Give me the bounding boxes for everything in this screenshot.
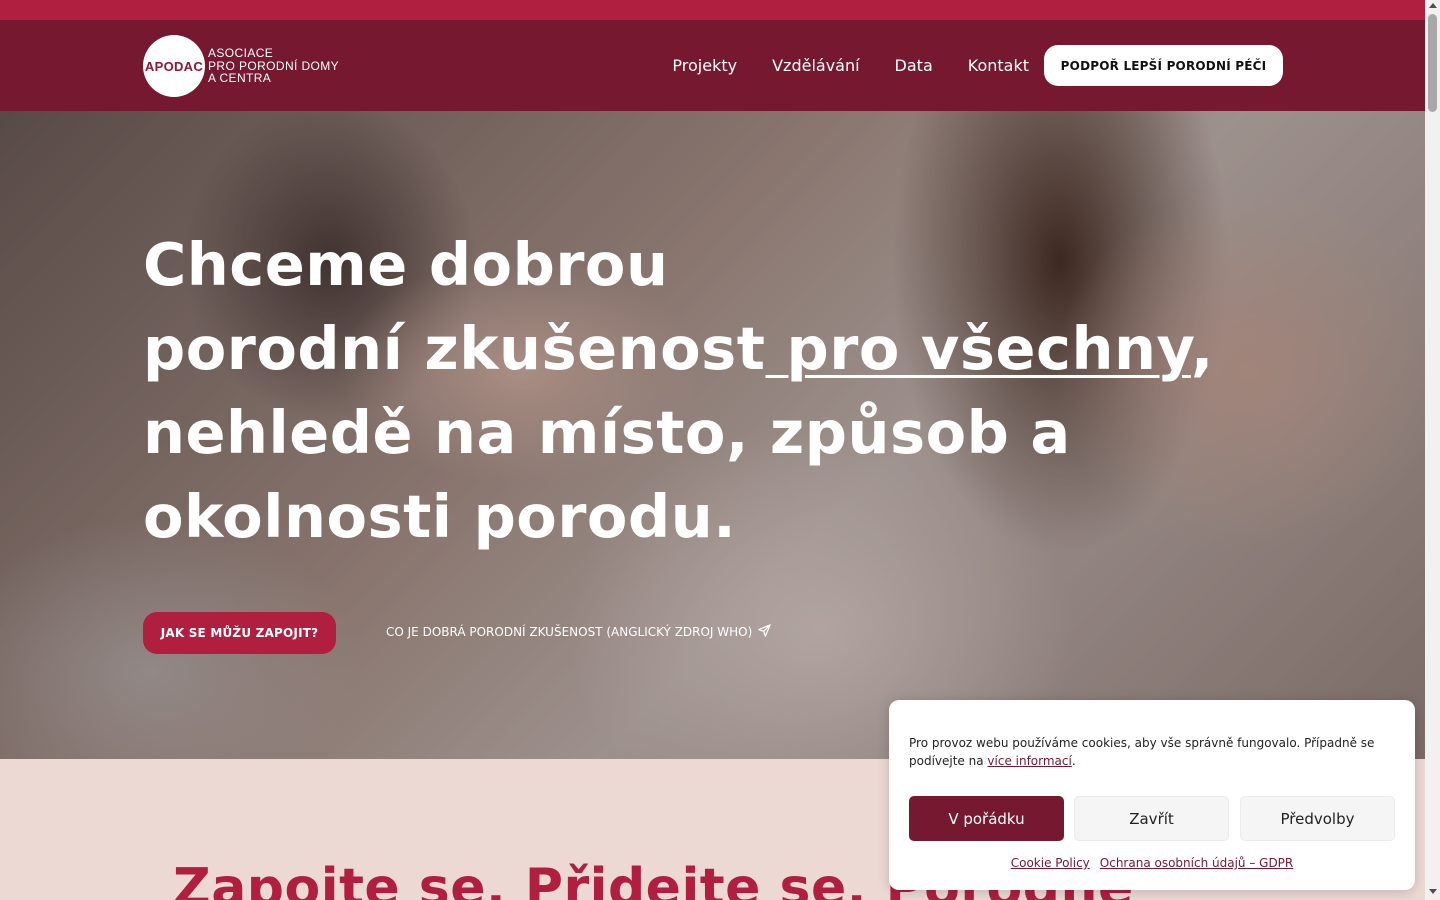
logo-mark: APODAC	[143, 35, 205, 97]
cookie-text-main: Pro provoz webu používáme cookies, aby v…	[909, 736, 1375, 768]
headline-line-3: nehledě na místo, způsob a	[143, 398, 1071, 467]
cookie-text: Pro provoz webu používáme cookies, aby v…	[909, 734, 1389, 770]
top-accent-strip	[0, 0, 1425, 20]
cookie-accept-button[interactable]: V pořádku	[909, 796, 1064, 841]
logo-mark-text: APODAC	[144, 58, 204, 74]
support-button[interactable]: PODPOŘ LEPŠÍ PORODNÍ PÉČI	[1044, 45, 1283, 86]
nav-item-data[interactable]: Data	[895, 56, 933, 75]
who-source-link[interactable]: CO JE DOBRÁ PORODNÍ ZKUŠENOST (ANGLICKÝ …	[386, 624, 772, 640]
cookie-links: Cookie Policy Ochrana osobních údajů – G…	[889, 856, 1415, 870]
cookie-close-button[interactable]: Zavřít	[1074, 796, 1229, 841]
cookie-more-info-link[interactable]: více informací	[987, 754, 1071, 768]
headline-link-for-all[interactable]: pro všechny	[765, 314, 1191, 383]
site-header: APODAC ASOCIACE PRO PORODNÍ DOMY A CENTR…	[0, 20, 1425, 111]
logo-text: ASOCIACE PRO PORODNÍ DOMY A CENTRA	[208, 47, 339, 85]
who-source-link-label: CO JE DOBRÁ PORODNÍ ZKUŠENOST (ANGLICKÝ …	[386, 625, 753, 639]
logo-line-3: A CENTRA	[208, 71, 272, 86]
site-logo[interactable]: APODAC ASOCIACE PRO PORODNÍ DOMY A CENTR…	[143, 35, 339, 97]
hero-headline: Chceme dobrou porodní zkušenost pro všec…	[143, 223, 1214, 559]
cookie-policy-link[interactable]: Cookie Policy	[1011, 856, 1090, 870]
cookie-text-end: .	[1071, 754, 1076, 768]
nav-item-vzdelavani[interactable]: Vzdělávání	[772, 56, 859, 75]
main-nav: Projekty Vzdělávání Data Kontakt	[672, 56, 1029, 75]
headline-line-2: porodní zkušenost pro všechny,	[143, 307, 1214, 391]
headline-line-1: Chceme dobrou	[143, 230, 669, 299]
scroll-up-icon[interactable]	[1429, 3, 1437, 8]
headline-comma: ,	[1190, 314, 1214, 383]
hero-section: Chceme dobrou porodní zkušenost pro všec…	[0, 111, 1425, 759]
scroll-down-icon[interactable]	[1429, 889, 1437, 894]
headline-line-2-text: porodní zkušenost	[143, 314, 766, 383]
nav-item-kontakt[interactable]: Kontakt	[968, 56, 1029, 75]
how-to-join-button[interactable]: JAK SE MŮŽU ZAPOJIT?	[143, 612, 336, 654]
page-scrollbar[interactable]	[1425, 0, 1440, 900]
cookie-preferences-button[interactable]: Předvolby	[1240, 796, 1395, 841]
headline-line-4: okolnosti porodu.	[143, 482, 737, 551]
nav-item-projekty[interactable]: Projekty	[672, 56, 737, 75]
cookie-banner: Pro provoz webu používáme cookies, aby v…	[889, 700, 1415, 890]
send-icon	[758, 624, 772, 640]
logo-line-1: ASOCIACE	[208, 46, 274, 61]
scrollbar-thumb[interactable]	[1428, 14, 1437, 112]
gdpr-link[interactable]: Ochrana osobních údajů – GDPR	[1100, 856, 1293, 870]
